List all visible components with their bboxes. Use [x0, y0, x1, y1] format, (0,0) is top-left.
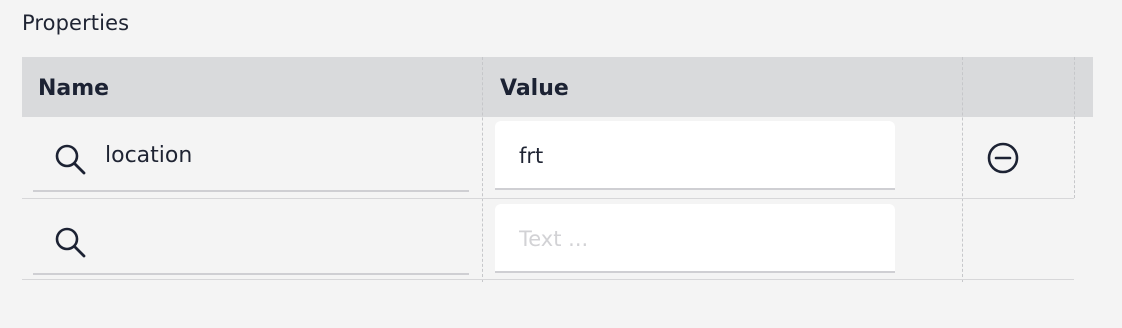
row-divider [22, 279, 1074, 280]
column-divider [482, 57, 483, 282]
property-value-field[interactable] [495, 121, 895, 190]
property-name-field[interactable]: location [33, 120, 469, 192]
column-header-name: Name [38, 76, 110, 101]
section-title: Properties [22, 11, 130, 35]
properties-table: Name Value location [22, 57, 1094, 282]
column-divider [1074, 57, 1075, 198]
column-divider [962, 57, 963, 282]
column-header-value: Value [500, 76, 569, 101]
property-value-input[interactable] [519, 141, 869, 171]
table-header: Name Value [22, 57, 1093, 117]
property-name-text: location [105, 143, 193, 168]
property-value-field[interactable] [495, 204, 895, 273]
minus-circle-icon [987, 142, 1019, 174]
search-icon [53, 142, 87, 176]
property-value-input[interactable] [519, 224, 869, 254]
row-divider [22, 198, 1074, 199]
remove-property-button[interactable] [986, 141, 1020, 175]
search-icon [53, 225, 87, 259]
property-name-field[interactable] [33, 203, 469, 275]
